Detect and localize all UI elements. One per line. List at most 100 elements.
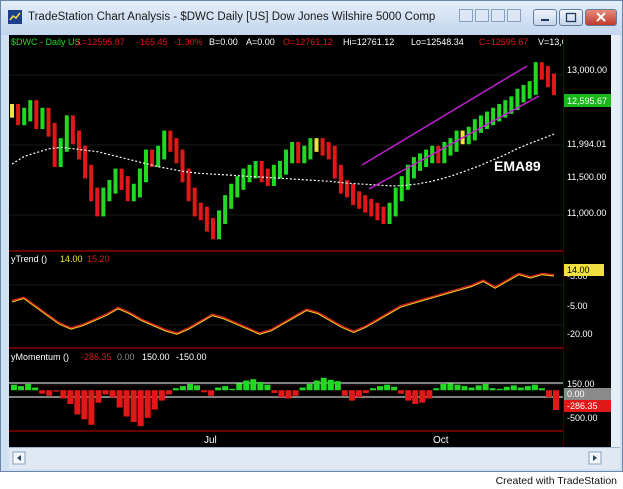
momentum-bar (60, 390, 67, 399)
chart-tool-icon[interactable] (475, 9, 489, 22)
ytrend-value-1: 14.00 (60, 254, 83, 264)
high-price: Hi=12761.12 (343, 37, 394, 47)
momentum-bar (475, 385, 482, 391)
ytrend-name: yTrend () (11, 254, 47, 264)
title-bar: TradeStation Chart Analysis - $DWC Daily… (1, 1, 622, 35)
ymomentum-header: yMomentum () -286.35 0.00 150.00 -150.00 (11, 352, 207, 362)
pct-change: -1.30% (174, 37, 203, 47)
momentum-bar (172, 388, 179, 391)
vertical-scrollbar[interactable] (611, 35, 620, 447)
momentum-bar (165, 390, 172, 395)
momentum-bar (510, 385, 517, 391)
momentum-bar (95, 390, 102, 403)
momentum-bar (334, 381, 341, 391)
momentum-bar (18, 386, 24, 391)
momentum-bar (553, 390, 559, 410)
momentum-bar (74, 390, 81, 415)
volume-value: V=13,6 (538, 37, 563, 47)
ema89-line (11, 133, 555, 187)
momentum-bar (320, 377, 327, 391)
momentum-bar (419, 390, 426, 403)
price-scale: 13,000.00 12,595.67 11,994.01 11,500.00 … (563, 35, 611, 447)
momentum-bar (25, 384, 32, 391)
momentum-bar (257, 381, 264, 391)
x-label-oct: Oct (433, 435, 449, 446)
net-change: -165.45 (137, 37, 168, 47)
last-price: L=12595.87 (77, 37, 125, 47)
created-with-label: Created with TradeStation (495, 475, 617, 487)
ymomentum-value-1: -286.35 (81, 352, 112, 362)
close-button[interactable] (585, 9, 617, 26)
momentum-bar (313, 380, 320, 391)
momentum-bar (278, 390, 285, 398)
ymomentum-value-3: 150.00 (142, 352, 170, 362)
momentum-bar (264, 384, 271, 391)
ask-price: A=0.00 (246, 37, 275, 47)
momentum-bar (130, 390, 137, 422)
momentum-bar (292, 390, 299, 396)
momentum-bar (447, 383, 454, 391)
momentum-bar (39, 390, 46, 394)
momentum-tick: 150.00 (567, 379, 595, 389)
last-price-label: 12,595.67 (567, 96, 607, 106)
momentum-bar (250, 379, 257, 391)
ymomentum-value-4: -150.00 (176, 352, 207, 362)
momentum-bar (144, 390, 151, 418)
chart-tool-icon[interactable] (459, 9, 473, 22)
momentum-bar (517, 387, 524, 391)
close-icon (596, 12, 606, 22)
chart-window: TradeStation Chart Analysis - $DWC Daily… (0, 0, 623, 472)
momentum-bar (341, 390, 348, 396)
momentum-bar (377, 386, 383, 391)
momentum-bar (53, 390, 60, 392)
momentum-bar (271, 390, 278, 393)
ytrend-tick: -5.00 (567, 301, 588, 311)
momentum-bar (236, 383, 243, 391)
price-header: $DWC - Daily US L=12595.87 -165.45 -1.30… (11, 37, 563, 47)
momentum-bar (201, 390, 208, 393)
momentum-bar (151, 390, 158, 410)
ytrend-last-label: 14.00 (567, 265, 590, 275)
momentum-bar (67, 390, 74, 404)
momentum-bar (187, 384, 193, 391)
scrollbar-track (12, 451, 602, 465)
momentum-bar (355, 390, 362, 398)
momentum-last-label: -286.35 (567, 401, 598, 411)
momentum-bar (88, 390, 95, 425)
momentum-bar (32, 387, 39, 391)
momentum-bar (496, 388, 503, 391)
momentum-bar (179, 386, 186, 391)
maximize-icon (565, 12, 577, 23)
momentum-bar (222, 386, 229, 391)
chart-tool-icon[interactable] (507, 9, 521, 22)
momentum-bar (348, 390, 355, 401)
momentum-bar (454, 384, 461, 391)
momentum-bar (11, 384, 17, 391)
momentum-bar (398, 390, 405, 394)
low-price: Lo=12548.34 (411, 37, 464, 47)
momentum-bar (538, 388, 545, 391)
momentum-bar (208, 390, 215, 396)
x-label-jul: Jul (204, 435, 217, 446)
ytrend-header: yTrend () 14.00 15.20 (11, 254, 110, 264)
momentum-bar (546, 390, 552, 398)
momentum-bar (327, 379, 334, 391)
momentum-bar (524, 386, 531, 391)
price-tick: 11,500.00 (567, 172, 606, 182)
open-price: O=12761.12 (283, 37, 333, 47)
momentum-bar (412, 390, 419, 404)
ymomentum-value-2: 0.00 (117, 352, 135, 362)
chart-tool-icon[interactable] (491, 9, 505, 22)
chart-plot-area[interactable]: EMA89 $DWC - Daily US L=12595.87 -165.45… (9, 35, 563, 447)
momentum-bar (299, 387, 306, 391)
horizontal-scrollbar[interactable] (9, 447, 620, 469)
maximize-button[interactable] (559, 9, 583, 26)
momentum-bar (243, 380, 250, 391)
minimize-button[interactable] (533, 9, 557, 26)
momentum-bar (46, 390, 53, 396)
symbol-label: $DWC - Daily US (11, 37, 81, 47)
ema89-label: EMA89 (494, 158, 541, 174)
momentum-bar (123, 390, 130, 417)
momentum-bar (306, 384, 313, 391)
ytrend-tick: -20.00 (567, 329, 593, 339)
